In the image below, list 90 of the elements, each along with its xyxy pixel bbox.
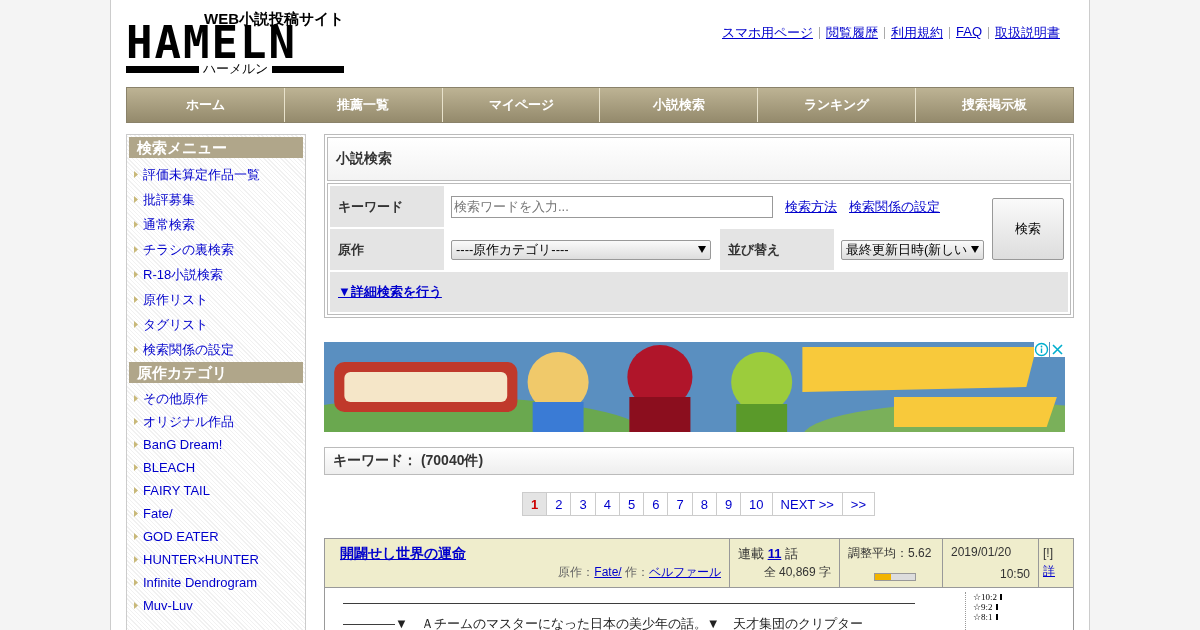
advanced-search-link[interactable]: ▼詳細検索を行う (338, 283, 442, 301)
author-link[interactable]: ベルファール (649, 565, 721, 579)
header-link[interactable]: 取扱説明書 (995, 24, 1060, 42)
sidebar-link[interactable]: その他原作 (143, 389, 208, 408)
triangle-icon (134, 510, 138, 517)
sidebar-link[interactable]: HUNTER×HUNTER (143, 552, 259, 567)
page-link[interactable]: NEXT >> (771, 492, 843, 516)
panel-title: 小説検索 (327, 137, 1071, 181)
triangle-icon (134, 296, 138, 303)
caret-icon (698, 246, 706, 253)
sidebar-link[interactable]: 評価未算定作品一覧 (143, 165, 260, 184)
page-link[interactable]: 1 (522, 492, 548, 516)
triangle-icon (134, 418, 138, 425)
field-label: 原作 (330, 229, 444, 270)
triangle-icon (134, 321, 138, 328)
triangle-icon (134, 246, 138, 253)
triangle-icon (134, 579, 138, 586)
header-link[interactable]: 利用規約 (891, 24, 943, 42)
episodes-link[interactable]: 11 (767, 546, 782, 561)
page-link[interactable]: 3 (570, 492, 596, 516)
sidebar-link[interactable]: 原作リスト (143, 290, 208, 309)
rating-text: 調整平均：5.62 (848, 545, 933, 562)
page-link[interactable]: >> (841, 492, 875, 516)
triangle-icon (134, 533, 138, 540)
serial-suffix: 話 (785, 546, 798, 561)
header-link[interactable]: FAQ (956, 24, 982, 42)
page-link[interactable]: 2 (546, 492, 572, 516)
logo-reading: ハーメルン (202, 62, 268, 76)
triangle-icon (134, 221, 138, 228)
sidebar-link[interactable]: Infinite Dendrogram (143, 575, 258, 590)
sidebar-link[interactable]: Muv-Luv (143, 598, 193, 613)
update-time: 10:50 (999, 567, 1030, 581)
triangle-icon (134, 196, 138, 203)
summary-text: ———————————————————————————————————————————— ————▼ Ａチームのマスターになった日本の美少年の話。▼ 天才集団のクリプター (343, 594, 916, 630)
rating-bar (874, 573, 916, 581)
header-link[interactable]: 閲覧履歴 (826, 24, 878, 42)
page-link[interactable]: 10 (740, 492, 773, 516)
triangle-icon (134, 487, 138, 494)
sidebar-link[interactable]: タグリスト (143, 315, 208, 334)
vote-label: ☆9:2 (973, 602, 993, 612)
sidebar-link[interactable]: チラシの裏検索 (143, 240, 234, 259)
source-dropdown[interactable]: ----原作カテゴリ---- (451, 239, 711, 260)
sidebar-heading: 検索メニュー (129, 137, 303, 158)
sidebar-link[interactable]: BanG Dream! (143, 437, 223, 452)
triangle-icon (134, 346, 138, 353)
field-label: 並び替え (720, 229, 834, 270)
page-link[interactable]: 9 (715, 492, 742, 516)
keyword-field[interactable]: 検索ワードを入力... (451, 195, 773, 218)
search-link[interactable]: 検索関係の設定 (849, 197, 940, 216)
page-link[interactable]: 5 (618, 492, 645, 516)
sidebar-link[interactable]: R-18小説検索 (143, 265, 224, 284)
sidebar-heading: 原作カテゴリ (129, 362, 303, 383)
info-icon[interactable] (1034, 342, 1049, 357)
triangle-icon (134, 395, 138, 402)
vote-label: ☆10:2 (973, 592, 997, 602)
update-date: 2019/01/20 (951, 545, 1013, 559)
author-prefix: 作： (625, 565, 649, 579)
page-link[interactable]: 8 (691, 492, 717, 516)
triangle-icon (134, 441, 138, 448)
results-header: キーワード： (70040件) (324, 447, 1074, 475)
sidebar-link[interactable]: GOD EATER (143, 529, 219, 544)
triangle-icon (134, 271, 138, 278)
sort-dropdown[interactable]: 最終更新日時(新しい (841, 239, 985, 260)
source-link[interactable]: Fate/ (594, 565, 622, 579)
triangle-icon (134, 556, 138, 563)
sidebar-link[interactable]: 検索関係の設定 (143, 340, 234, 359)
sidebar-link[interactable]: Fate/ (143, 506, 173, 521)
sidebar-link[interactable]: オリジナル作品 (143, 412, 234, 431)
sidebar-link[interactable]: 通常検索 (143, 215, 195, 234)
serial-label: 連載 (738, 546, 764, 561)
source-prefix: 原作： (558, 565, 595, 579)
vote-label: ☆8:1 (973, 612, 993, 622)
triangle-icon (134, 171, 138, 178)
flag-text: [!] (1043, 546, 1054, 560)
sidebar-link[interactable]: FAIRY TAIL (143, 483, 210, 498)
caret-icon (971, 246, 980, 253)
novel-title-link[interactable]: 開闢せし世界の運命 (333, 545, 721, 563)
page-link[interactable]: 4 (594, 492, 620, 516)
sidebar-link[interactable]: 批評募集 (143, 190, 195, 209)
page-link[interactable]: 7 (667, 492, 693, 516)
field-label: キーワード (330, 186, 444, 227)
search-button[interactable]: 検索 (992, 198, 1064, 260)
sidebar-link[interactable]: BLEACH (143, 460, 196, 475)
triangle-icon (134, 602, 138, 609)
char-count: 全 40,869 字 (763, 564, 831, 581)
detail-link[interactable]: 詳 (1043, 563, 1069, 580)
header-link[interactable]: スマホ用ページ (722, 24, 813, 42)
search-link[interactable]: 検索方法 (785, 197, 837, 216)
triangle-icon (134, 464, 138, 471)
page-link[interactable]: 6 (643, 492, 669, 516)
